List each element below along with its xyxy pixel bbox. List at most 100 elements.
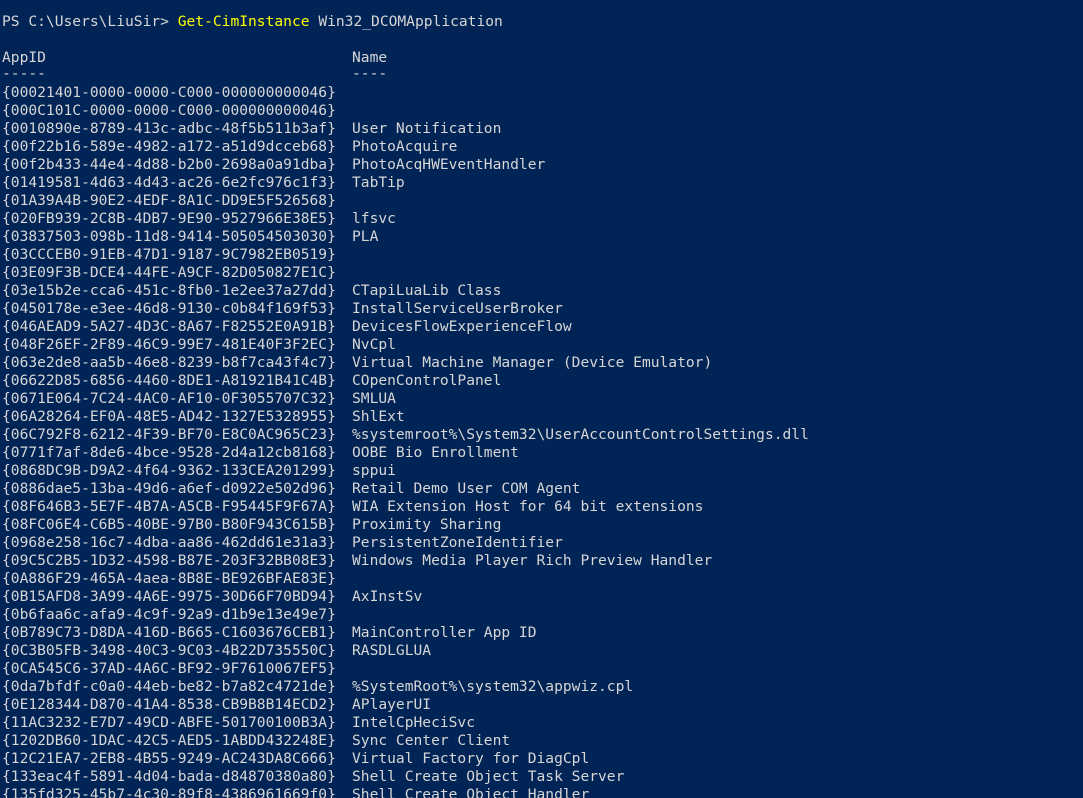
name-cell: TabTip (352, 174, 405, 191)
table-row: {0010890e-8789-413c-adbc-48f5b511b3af} Us… (2, 120, 1082, 138)
table-row: {06A28264-EF0A-48E5-AD42-1327E5328955} Sh… (2, 408, 1082, 426)
appid-cell: {0010890e-8789-413c-adbc-48f5b511b3af} (2, 120, 336, 137)
name-cell: PhotoAcquire (352, 138, 458, 155)
table-row: {0da7bfdf-c0a0-44eb-be82-b7a82c4721de} %S… (2, 678, 1082, 696)
table-row: {08FC06E4-C6B5-40BE-97B0-B80F943C615B} Pr… (2, 516, 1082, 534)
table-row: {048F26EF-2F89-46C9-99E7-481E40F3F2EC} Nv… (2, 336, 1082, 354)
name-cell: Sync Center Client (352, 732, 511, 749)
appid-cell: {0886dae5-13ba-49d6-a6ef-d0922e502d96} (2, 480, 336, 497)
appid-cell: {0E128344-D870-41A4-8538-CB9B8B14ECD2} (2, 696, 336, 713)
powershell-console[interactable]: PS C:\Users\LiuSir> Get-CimInstance Win3… (0, 0, 1083, 798)
table-row: {0968e258-16c7-4dba-aa86-462dd61e31a3} Pe… (2, 534, 1082, 552)
name-cell: CTapiLuaLib Class (352, 282, 502, 299)
table-row: {0450178e-e3ee-46d8-9130-c0b84f169f53} In… (2, 300, 1082, 318)
prompt-line: PS C:\Users\LiuSir> Get-CimInstance Win3… (2, 13, 503, 31)
name-cell: APlayerUI (352, 696, 432, 713)
name-cell: lfsvc (352, 210, 396, 227)
name-cell: ShlExt (352, 408, 405, 425)
name-cell: %systemroot%\System32\UserAccountControl… (352, 426, 809, 443)
name-cell: Windows Media Player Rich Preview Handle… (352, 552, 713, 569)
table-row: {03e15b2e-cca6-451c-8fb0-1e2ee37a27dd} CT… (2, 282, 1082, 300)
table-row: {03CCCEB0-91EB-47D1-9187-9C7982EB0519} (2, 246, 1082, 264)
name-cell: RASDLGLUA (352, 642, 432, 659)
appid-cell: {00021401-0000-0000-C000-000000000046} (2, 84, 336, 101)
appid-cell: {06A28264-EF0A-48E5-AD42-1327E5328955} (2, 408, 336, 425)
table-row: {046AEAD9-5A27-4D3C-8A67-F82552E0A91B} De… (2, 318, 1082, 336)
name-underline: ---- (352, 65, 388, 82)
name-cell: OOBE Bio Enrollment (352, 444, 519, 461)
table-row: {0671E064-7C24-4AC0-AF10-0F3055707C32} SM… (2, 390, 1082, 408)
table-row: {0868DC9B-D9A2-4f64-9362-133CEA201299} sp… (2, 462, 1082, 480)
name-cell: NvCpl (352, 336, 396, 353)
name-cell: IntelCpHeciSvc (352, 714, 476, 731)
appid-cell: {063e2de8-aa5b-46e8-8239-b8f7ca43f4c7} (2, 354, 336, 371)
table-row: {00f22b16-589e-4982-a172-a51d9dcceb68} Ph… (2, 138, 1082, 156)
appid-cell: {0B15AFD8-3A99-4A6E-9975-30D66F70BD94} (2, 588, 336, 605)
appid-cell: {0968e258-16c7-4dba-aa86-462dd61e31a3} (2, 534, 336, 551)
table-row: {020FB939-2C8B-4DB7-9E90-9527966E38E5} lf… (2, 210, 1082, 228)
appid-cell: {000C101C-0000-0000-C000-000000000046} (2, 102, 336, 119)
appid-cell: {03e15b2e-cca6-451c-8fb0-1e2ee37a27dd} (2, 282, 336, 299)
appid-cell: {03837503-098b-11d8-9414-505054503030} (2, 228, 336, 245)
name-cell: Proximity Sharing (352, 516, 502, 533)
table-row: {11AC3232-E7D7-49CD-ABFE-501700100B3A} In… (2, 714, 1082, 732)
appid-cell: {0671E064-7C24-4AC0-AF10-0F3055707C32} (2, 390, 336, 407)
appid-cell: {06622D85-6856-4460-8DE1-A81921B41C4B} (2, 372, 336, 389)
table-row: {08F646B3-5E7F-4B7A-A5CB-F95445F9F67A} WI… (2, 498, 1082, 516)
name-cell: Retail Demo User COM Agent (352, 480, 581, 497)
appid-cell: {0b6faa6c-afa9-4c9f-92a9-d1b9e13e49e7} (2, 606, 336, 623)
command-argument: Win32_DCOMApplication (309, 13, 503, 30)
table-row: {133eac4f-5891-4d04-bada-d84870380a80} Sh… (2, 768, 1082, 786)
appid-cell: {1202DB60-1DAC-42C5-AED5-1ABDD432248E} (2, 732, 336, 749)
table-row: {00f2b433-44e4-4d88-b2b0-2698a0a91dba} Ph… (2, 156, 1082, 174)
table-row: {12C21EA7-2EB8-4B55-9249-AC243DA8C666} Vi… (2, 750, 1082, 768)
name-cell: DevicesFlowExperienceFlow (352, 318, 572, 335)
table-row: {0C3B05FB-3498-40C3-9C03-4B22D735550C} RA… (2, 642, 1082, 660)
appid-cell: {048F26EF-2F89-46C9-99E7-481E40F3F2EC} (2, 336, 336, 353)
appid-cell: {08FC06E4-C6B5-40BE-97B0-B80F943C615B} (2, 516, 336, 533)
appid-cell: {00f22b16-589e-4982-a172-a51d9dcceb68} (2, 138, 336, 155)
appid-cell: {01419581-4d63-4d43-ac26-6e2fc976c1f3} (2, 174, 336, 191)
appid-cell: {046AEAD9-5A27-4D3C-8A67-F82552E0A91B} (2, 318, 336, 335)
name-cell: PhotoAcqHWEventHandler (352, 156, 546, 173)
appid-cell: {12C21EA7-2EB8-4B55-9249-AC243DA8C666} (2, 750, 336, 767)
appid-cell: {0868DC9B-D9A2-4f64-9362-133CEA201299} (2, 462, 336, 479)
name-cell: %SystemRoot%\system32\appwiz.cpl (352, 678, 634, 695)
table-row: {0886dae5-13ba-49d6-a6ef-d0922e502d96} Re… (2, 480, 1082, 498)
appid-cell: {01A39A4B-90E2-4EDF-8A1C-DD9E5F526568} (2, 192, 336, 209)
table-row: {09C5C2B5-1D32-4598-B87E-203F32BB08E3} Wi… (2, 552, 1082, 570)
name-cell: SMLUA (352, 390, 396, 407)
table-row: {06C792F8-6212-4F39-BF70-E8C0AC965C23} %s… (2, 426, 1082, 444)
table-row: {135fd325-45b7-4c30-89f8-4386961669f0} Sh… (2, 786, 1082, 798)
table-row: {0CA545C6-37AD-4A6C-BF92-9F7610067EF5} (2, 660, 1082, 678)
table-row: {0771f7af-8de6-4bce-9528-2d4a12cb8168} OO… (2, 444, 1082, 462)
appid-cell: {0450178e-e3ee-46d8-9130-c0b84f169f53} (2, 300, 336, 317)
table-row: {06622D85-6856-4460-8DE1-A81921B41C4B} CO… (2, 372, 1082, 390)
name-cell: PersistentZoneIdentifier (352, 534, 563, 551)
command-text: Get-CimInstance (177, 13, 310, 30)
table-row: {03837503-098b-11d8-9414-505054503030} PL… (2, 228, 1082, 246)
name-cell: MainController App ID (352, 624, 537, 641)
appid-cell: {03E09F3B-DCE4-44FE-A9CF-82D050827E1C} (2, 264, 336, 281)
table-row: {0b6faa6c-afa9-4c9f-92a9-d1b9e13e49e7} (2, 606, 1082, 624)
table-row: {0A886F29-465A-4aea-8B8E-BE926BFAE83E} (2, 570, 1082, 588)
appid-cell: {0771f7af-8de6-4bce-9528-2d4a12cb8168} (2, 444, 336, 461)
name-cell: Virtual Machine Manager (Device Emulator… (352, 354, 713, 371)
appid-cell: {0C3B05FB-3498-40C3-9C03-4B22D735550C} (2, 642, 336, 659)
name-cell: Shell Create Object Task Server (352, 768, 625, 785)
appid-cell: {135fd325-45b7-4c30-89f8-4386961669f0} (2, 786, 336, 798)
appid-cell: {11AC3232-E7D7-49CD-ABFE-501700100B3A} (2, 714, 336, 731)
table-row: {1202DB60-1DAC-42C5-AED5-1ABDD432248E} Sy… (2, 732, 1082, 750)
appid-cell: {020FB939-2C8B-4DB7-9E90-9527966E38E5} (2, 210, 336, 227)
appid-cell: {00f2b433-44e4-4d88-b2b0-2698a0a91dba} (2, 156, 336, 173)
appid-cell: {09C5C2B5-1D32-4598-B87E-203F32BB08E3} (2, 552, 336, 569)
appid-underline: ----- (2, 65, 46, 82)
name-cell: User Notification (352, 120, 502, 137)
appid-cell: {08F646B3-5E7F-4B7A-A5CB-F95445F9F67A} (2, 498, 336, 515)
appid-cell: {0CA545C6-37AD-4A6C-BF92-9F7610067EF5} (2, 660, 336, 677)
prompt-path: PS C:\Users\LiuSir> (2, 13, 178, 30)
table-row: {01A39A4B-90E2-4EDF-8A1C-DD9E5F526568} (2, 192, 1082, 210)
appid-cell: {0da7bfdf-c0a0-44eb-be82-b7a82c4721de} (2, 678, 336, 695)
name-cell: Shell Create Object Handler (352, 786, 590, 798)
table-row: {0B15AFD8-3A99-4A6E-9975-30D66F70BD94} Ax… (2, 588, 1082, 606)
